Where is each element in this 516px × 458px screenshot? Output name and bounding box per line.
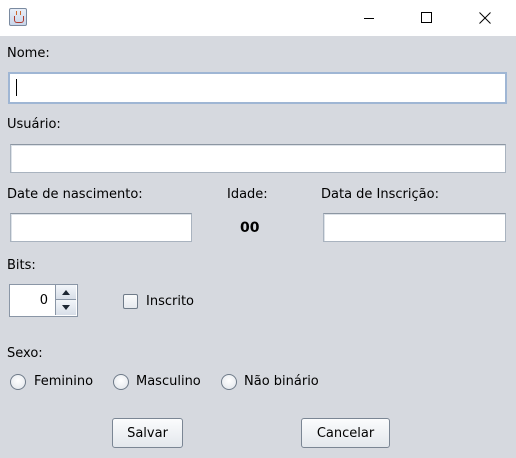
java-coffee-icon[interactable] <box>9 8 27 26</box>
masculino-label[interactable]: Masculino <box>136 374 201 390</box>
form-panel: Nome: Usuário: Date de nascimento: Idade… <box>0 36 516 458</box>
feminino-radio[interactable] <box>10 374 26 390</box>
nao-binario-label[interactable]: Não binário <box>244 374 319 390</box>
cancel-button[interactable]: Cancelar <box>301 418 390 448</box>
data-nascimento-input[interactable] <box>10 213 192 242</box>
close-button[interactable] <box>462 0 508 36</box>
nome-label: Nome: <box>7 46 50 61</box>
nome-input[interactable] <box>8 72 507 104</box>
feminino-label[interactable]: Feminino <box>34 374 93 390</box>
arrow-down-icon <box>62 305 70 310</box>
sexo-label: Sexo: <box>7 346 43 361</box>
data-inscricao-label: Data de Inscrição: <box>321 187 439 202</box>
data-inscricao-input[interactable] <box>323 213 506 242</box>
minimize-icon <box>364 18 374 19</box>
bits-spinner[interactable]: 0 <box>9 284 78 317</box>
text-caret <box>16 79 17 96</box>
usuario-label: Usuário: <box>7 117 61 132</box>
nao-binario-radio[interactable] <box>221 374 237 390</box>
save-button[interactable]: Salvar <box>112 418 183 448</box>
maximize-button[interactable] <box>404 0 450 36</box>
spinner-down-button[interactable] <box>55 300 76 315</box>
inscrito-checkbox[interactable] <box>123 294 138 309</box>
usuario-input[interactable] <box>10 144 506 173</box>
spinner-up-button[interactable] <box>55 285 76 300</box>
idade-value: 00 <box>240 220 260 236</box>
title-bar <box>0 0 516 36</box>
inscrito-label[interactable]: Inscrito <box>146 294 194 310</box>
bits-label: Bits: <box>7 258 36 273</box>
bits-spinner-value[interactable]: 0 <box>10 285 54 316</box>
minimize-button[interactable] <box>346 0 392 36</box>
idade-label: Idade: <box>227 187 268 202</box>
data-nascimento-label: Date de nascimento: <box>7 187 143 202</box>
maximize-icon <box>421 12 432 23</box>
close-icon <box>479 12 491 24</box>
masculino-radio[interactable] <box>113 374 129 390</box>
arrow-up-icon <box>62 289 70 295</box>
